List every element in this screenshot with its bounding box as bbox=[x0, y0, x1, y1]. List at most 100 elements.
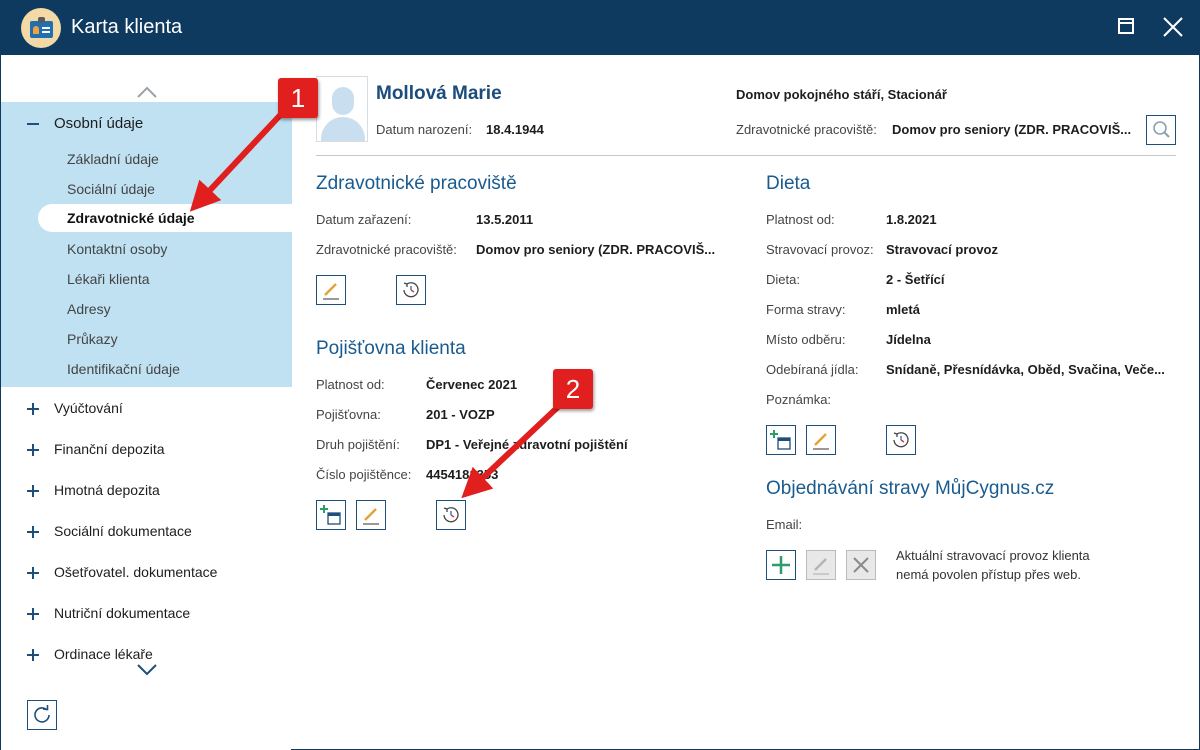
sidebar-section-social-docs[interactable]: Sociální dokumentace bbox=[1, 518, 292, 548]
sidebar-item-basic[interactable]: Základní údaje bbox=[67, 151, 159, 167]
calendar-add-icon bbox=[320, 505, 341, 525]
field-label: Odebíraná jídla: bbox=[766, 362, 859, 377]
sidebar-item-identification[interactable]: Identifikační údaje bbox=[67, 361, 180, 377]
expand-icon bbox=[27, 444, 39, 456]
avatar bbox=[316, 76, 368, 142]
expand-icon bbox=[27, 608, 39, 620]
field-label: Místo odběru: bbox=[766, 332, 846, 347]
refresh-icon bbox=[34, 705, 50, 723]
close-button[interactable] bbox=[1163, 17, 1183, 37]
sidebar-item-social[interactable]: Sociální údaje bbox=[67, 181, 155, 197]
history-icon bbox=[893, 432, 909, 448]
search-button[interactable] bbox=[1146, 115, 1176, 145]
sidebar-section-label: Sociální dokumentace bbox=[54, 523, 192, 539]
workplace-history-button[interactable] bbox=[396, 275, 426, 305]
sidebar-section-doctor-office[interactable]: Ordinace lékaře bbox=[1, 641, 292, 661]
field-label: Forma stravy: bbox=[766, 302, 846, 317]
scroll-down-button[interactable] bbox=[137, 663, 157, 676]
sidebar-item-doctors[interactable]: Lékaři klienta bbox=[67, 271, 150, 287]
callout-badge-2: 2 bbox=[553, 369, 593, 409]
section-title-insurance: Pojišťovna klienta bbox=[316, 338, 466, 359]
sidebar-section-material-deposits[interactable]: Hmotná depozita bbox=[1, 477, 292, 507]
field-value: DP1 - Veřejné zdravotní pojištění bbox=[426, 437, 628, 452]
field-value: 1.8.2021 bbox=[886, 212, 937, 227]
email-label: Email: bbox=[766, 517, 803, 532]
history-icon bbox=[443, 507, 459, 523]
maximize-button[interactable] bbox=[1117, 17, 1137, 37]
expand-icon bbox=[27, 567, 39, 579]
sidebar: Osobní údaje Základní údaje Sociální úda… bbox=[0, 55, 292, 750]
sidebar-section-label: Ošetřovatel. dokumentace bbox=[54, 564, 218, 580]
section-title-ordering: Objednávání stravy MůjCygnus.cz bbox=[766, 478, 1055, 499]
title-bar: Karta klienta bbox=[0, 0, 1200, 55]
note-line: Aktuální stravovací provoz klienta bbox=[896, 548, 1090, 563]
main-panel: Mollová Marie Datum narození: 18.4.1944 … bbox=[291, 55, 1200, 750]
facility-name: Domov pokojného stáří, Stacionář bbox=[736, 87, 947, 102]
header-divider bbox=[316, 155, 1176, 156]
collapse-icon bbox=[27, 123, 39, 125]
sidebar-item-addresses[interactable]: Adresy bbox=[67, 301, 111, 317]
add-diet-button[interactable] bbox=[766, 425, 796, 455]
field-value: 201 - VOZP bbox=[426, 407, 495, 422]
web-access-note: Aktuální stravovací provoz klienta nemá … bbox=[896, 546, 1146, 584]
field-label: Číslo pojištěnce: bbox=[316, 467, 412, 482]
workplace-label: Zdravotnické pracoviště: bbox=[736, 122, 877, 137]
field-value: 13.5.2011 bbox=[476, 212, 534, 227]
refresh-button[interactable] bbox=[27, 700, 57, 730]
sidebar-section-nursing-docs[interactable]: Ošetřovatel. dokumentace bbox=[1, 559, 292, 589]
sidebar-item-health[interactable]: Zdravotnické údaje bbox=[38, 204, 292, 232]
field-label: Platnost od: bbox=[316, 377, 385, 392]
pencil-icon bbox=[813, 433, 829, 450]
calendar-add-icon bbox=[770, 430, 791, 450]
section-title-diet: Dieta bbox=[766, 173, 811, 194]
diet-history-button[interactable] bbox=[886, 425, 916, 455]
field-value: Jídelna bbox=[886, 332, 931, 347]
field-label: Druh pojištění: bbox=[316, 437, 400, 452]
sidebar-section-nutrition-docs[interactable]: Nutriční dokumentace bbox=[1, 600, 292, 630]
edit-diet-button[interactable] bbox=[806, 425, 836, 455]
scroll-up-button[interactable] bbox=[137, 85, 157, 98]
field-label: Stravovací provoz: bbox=[766, 242, 874, 257]
field-label: Pojišťovna: bbox=[316, 407, 381, 422]
sidebar-section-label: Nutriční dokumentace bbox=[54, 605, 191, 621]
expand-icon bbox=[27, 403, 39, 415]
insurance-history-button[interactable] bbox=[436, 500, 466, 530]
sidebar-section-label: Finanční depozita bbox=[54, 441, 165, 457]
section-title-health-workplace: Zdravotnické pracoviště bbox=[316, 173, 517, 194]
sidebar-section-financial-deposits[interactable]: Finanční depozita bbox=[1, 436, 292, 466]
sidebar-group-personal: Osobní údaje Základní údaje Sociální úda… bbox=[1, 102, 292, 387]
field-value: Červenec 2021 bbox=[426, 377, 518, 392]
sidebar-group-label: Osobní údaje bbox=[54, 115, 144, 132]
edit-web-access-button[interactable] bbox=[806, 550, 836, 580]
field-value: 2 - Šetřící bbox=[886, 272, 945, 287]
window-title: Karta klienta bbox=[71, 16, 183, 38]
field-value: 4454181353 bbox=[426, 467, 499, 482]
delete-web-access-button[interactable] bbox=[846, 550, 876, 580]
client-card-icon bbox=[21, 8, 61, 48]
field-label: Platnost od: bbox=[766, 212, 835, 227]
workplace-value: Domov pro seniory (ZDR. PRACOVIŠ... bbox=[892, 122, 1132, 137]
edit-insurance-button[interactable] bbox=[356, 500, 386, 530]
field-label: Zdravotnické pracoviště: bbox=[316, 242, 457, 257]
pencil-icon bbox=[813, 558, 829, 575]
plus-icon bbox=[772, 556, 790, 574]
sidebar-section-label: Hmotná depozita bbox=[54, 482, 160, 498]
add-insurance-button[interactable] bbox=[316, 500, 346, 530]
sidebar-section-label: Vyúčtování bbox=[54, 400, 123, 416]
field-value: Snídaně, Přesnídávka, Oběd, Svačina, Več… bbox=[886, 362, 1165, 377]
field-value: Stravovací provoz bbox=[886, 242, 998, 257]
expand-icon bbox=[27, 526, 39, 538]
birth-date-label: Datum narození: bbox=[376, 122, 473, 137]
sidebar-group-header[interactable]: Osobní údaje bbox=[1, 102, 292, 142]
sidebar-item-cards[interactable]: Průkazy bbox=[67, 331, 118, 347]
sidebar-section-label: Ordinace lékaře bbox=[54, 646, 153, 661]
expand-icon bbox=[27, 485, 39, 497]
delete-icon bbox=[853, 557, 869, 573]
add-web-access-button[interactable] bbox=[766, 550, 796, 580]
sidebar-section-billing[interactable]: Vyúčtování bbox=[1, 395, 292, 425]
sidebar-item-contacts[interactable]: Kontaktní osoby bbox=[67, 241, 167, 257]
history-icon bbox=[403, 282, 419, 298]
chevron-down-icon bbox=[137, 664, 157, 676]
edit-workplace-button[interactable] bbox=[316, 275, 346, 305]
field-label: Poznámka: bbox=[766, 392, 832, 407]
